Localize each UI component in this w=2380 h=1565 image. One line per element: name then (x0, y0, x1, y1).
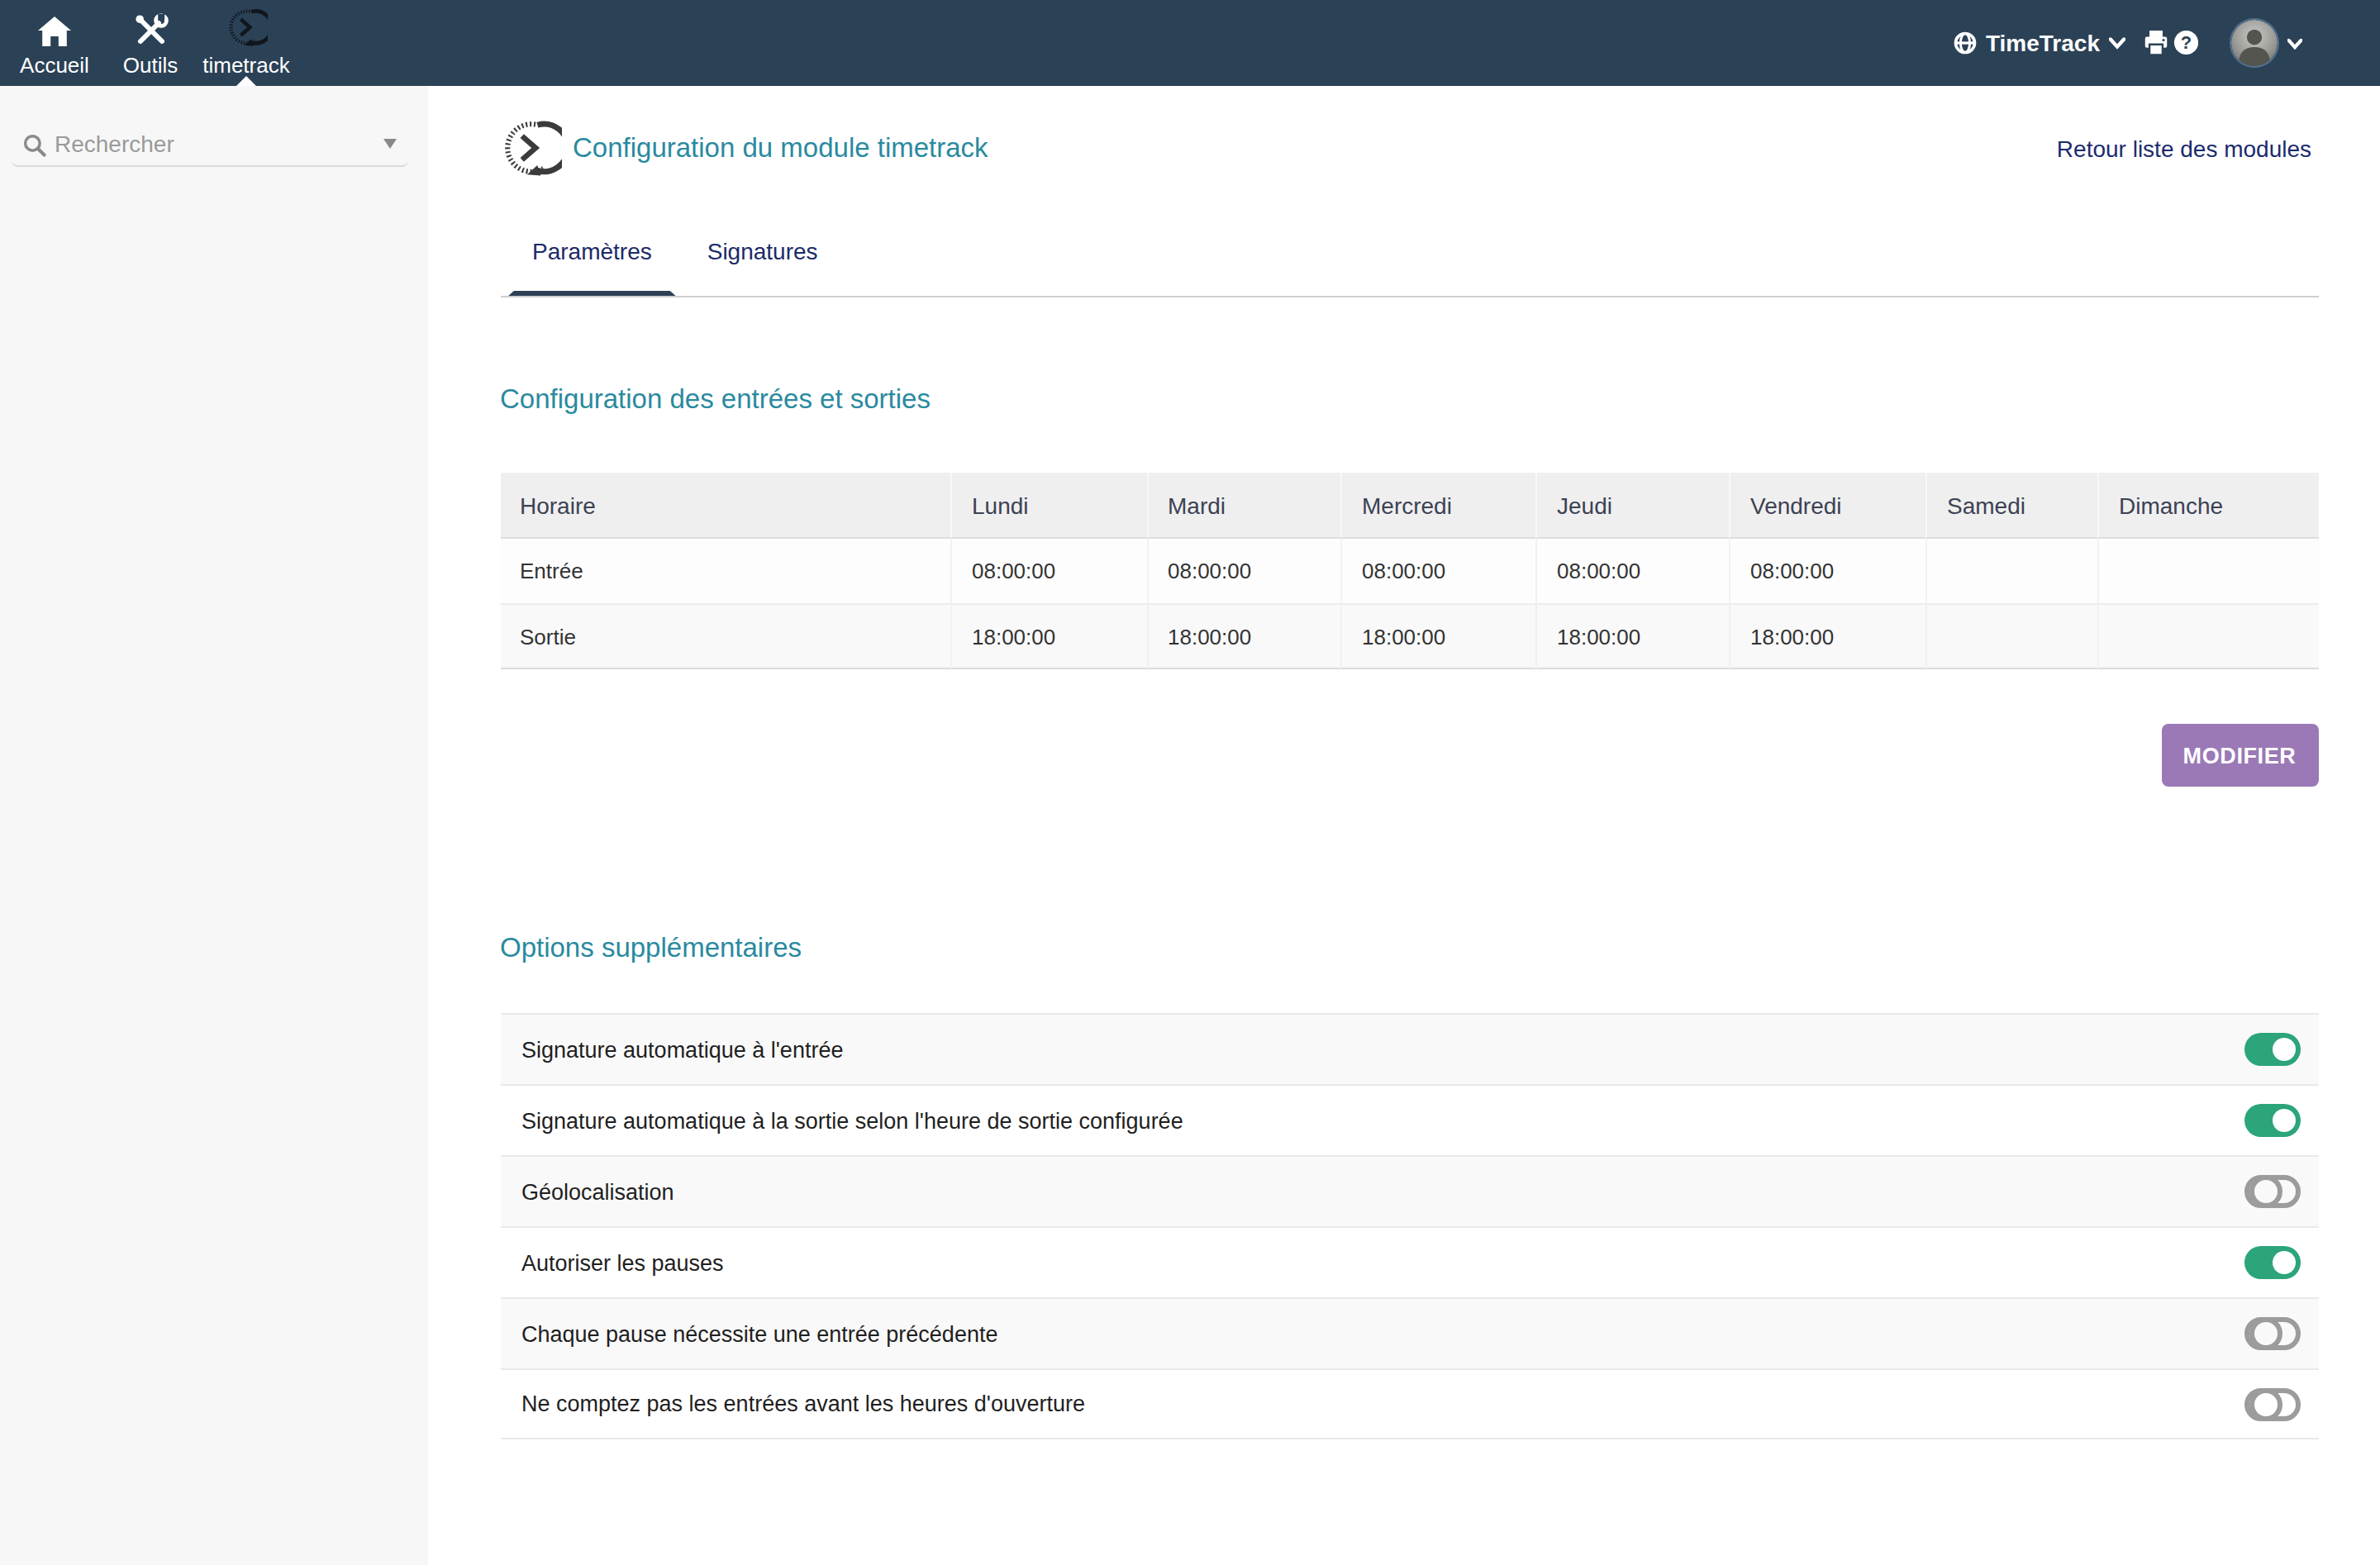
toggle-pause-entree[interactable] (2244, 1317, 2300, 1350)
cell-entree-lundi: 08:00:00 (950, 537, 1146, 603)
timetrack-icon (226, 11, 267, 47)
page-title: Configuration du module timetrack (573, 132, 988, 164)
svg-text:?: ? (2180, 32, 2191, 53)
option-label: Autoriser les pauses (521, 1250, 724, 1275)
timetrack-module-icon (500, 117, 561, 178)
nav-label-accueil: Accueil (20, 54, 89, 75)
toggle-signature-entree[interactable] (2244, 1033, 2300, 1066)
tools-icon (133, 11, 168, 47)
option-label: Chaque pause nécessite une entrée précéd… (521, 1321, 997, 1346)
tab-bar: Paramètres Signatures (500, 231, 2318, 297)
col-header-dimanche: Dimanche (2097, 473, 2318, 537)
col-header-mardi: Mardi (1146, 473, 1340, 537)
row-label-sortie: Sortie (500, 603, 950, 669)
button-row: MODIFIER (500, 724, 2318, 787)
nav-label-outils: Outils (123, 54, 178, 75)
chevron-down-icon[interactable] (2108, 36, 2125, 50)
cell-entree-mercredi: 08:00:00 (1340, 537, 1535, 603)
cell-sortie-lundi: 18:00:00 (950, 603, 1146, 669)
navbar-right: TimeTrack ? (1954, 0, 2380, 86)
row-label-entree: Entrée (500, 537, 950, 603)
col-header-jeudi: Jeudi (1535, 473, 1729, 537)
col-header-mercredi: Mercredi (1340, 473, 1535, 537)
back-to-modules-link[interactable]: Retour liste des modules (2057, 135, 2311, 161)
cell-sortie-samedi (1925, 603, 2097, 669)
cell-sortie-mardi: 18:00:00 (1146, 603, 1340, 669)
left-sidebar: Rechercher (0, 86, 428, 1565)
cell-sortie-vendredi: 18:00:00 (1729, 603, 1925, 669)
option-row-heures-ouverture: Ne comptez pas les entrées avant les heu… (500, 1368, 2318, 1439)
search-box[interactable]: Rechercher (12, 116, 408, 167)
option-label: Géolocalisation (521, 1179, 674, 1204)
cell-sortie-mercredi: 18:00:00 (1340, 603, 1535, 669)
option-label: Signature automatique à l'entrée (521, 1037, 843, 1062)
active-tab-caret (236, 76, 256, 86)
application-window: Accueil Outils (0, 0, 2380, 1565)
chevron-down-icon[interactable] (2287, 37, 2302, 49)
app-name[interactable]: TimeTrack (1986, 30, 2100, 56)
home-icon (38, 11, 71, 47)
cell-sortie-jeudi: 18:00:00 (1535, 603, 1729, 669)
option-label: Ne comptez pas les entrées avant les heu… (521, 1391, 1085, 1416)
search-dropdown-caret[interactable] (383, 139, 397, 149)
option-row-pauses: Autoriser les pauses (500, 1226, 2318, 1297)
page-header: Configuration du module timetrack Retour… (500, 117, 2318, 178)
option-row-geolocalisation: Géolocalisation (500, 1155, 2318, 1226)
col-header-lundi: Lundi (950, 473, 1146, 537)
tab-parametres[interactable]: Paramètres (507, 231, 678, 297)
cell-sortie-dimanche (2097, 603, 2318, 669)
tab-rule (500, 296, 2318, 297)
help-icon[interactable]: ? (2173, 31, 2198, 56)
col-header-samedi: Samedi (1925, 473, 2097, 537)
options-list: Signature automatique à l'entrée Signatu… (500, 1013, 2318, 1439)
nav-item-outils[interactable]: Outils (102, 0, 198, 86)
search-icon (23, 134, 46, 164)
option-row-signature-sortie: Signature automatique à la sortie selon … (500, 1084, 2318, 1155)
options-section-heading: Options supplémentaires (500, 932, 2318, 963)
cell-entree-vendredi: 08:00:00 (1729, 537, 1925, 603)
avatar[interactable] (2231, 20, 2278, 66)
schedule-section-heading: Configuration des entrées et sorties (500, 383, 2318, 415)
tab-signatures[interactable]: Signatures (682, 231, 844, 297)
nav-label-timetrack: timetrack (202, 54, 289, 75)
toggle-heures-ouverture[interactable] (2244, 1387, 2300, 1420)
navbar-menu: Accueil Outils (0, 0, 294, 86)
schedule-table: Horaire Lundi Mardi Mercredi Jeudi Vendr… (500, 473, 2318, 669)
modify-button[interactable]: MODIFIER (2161, 724, 2318, 787)
option-row-signature-entree: Signature automatique à l'entrée (500, 1013, 2318, 1084)
search-input[interactable]: Rechercher (55, 131, 174, 157)
nav-item-timetrack[interactable]: timetrack (198, 0, 294, 86)
cell-entree-jeudi: 08:00:00 (1535, 537, 1729, 603)
toggle-pauses[interactable] (2244, 1246, 2300, 1279)
top-navbar: Accueil Outils (0, 0, 2380, 86)
option-label: Signature automatique à la sortie selon … (521, 1108, 1183, 1133)
col-header-horaire: Horaire (500, 473, 950, 537)
toggle-geolocalisation[interactable] (2244, 1175, 2300, 1208)
col-header-vendredi: Vendredi (1729, 473, 1925, 537)
option-row-pause-entree: Chaque pause nécessite une entrée précéd… (500, 1297, 2318, 1368)
cell-entree-mardi: 08:00:00 (1146, 537, 1340, 603)
toggle-signature-sortie[interactable] (2244, 1104, 2300, 1137)
cell-entree-dimanche (2097, 537, 2318, 603)
cell-entree-samedi (1925, 537, 2097, 603)
globe-icon[interactable] (1954, 31, 1978, 55)
print-icon[interactable] (2143, 30, 2168, 56)
nav-item-accueil[interactable]: Accueil (7, 0, 102, 86)
main-content: Configuration du module timetrack Retour… (428, 86, 2380, 1565)
